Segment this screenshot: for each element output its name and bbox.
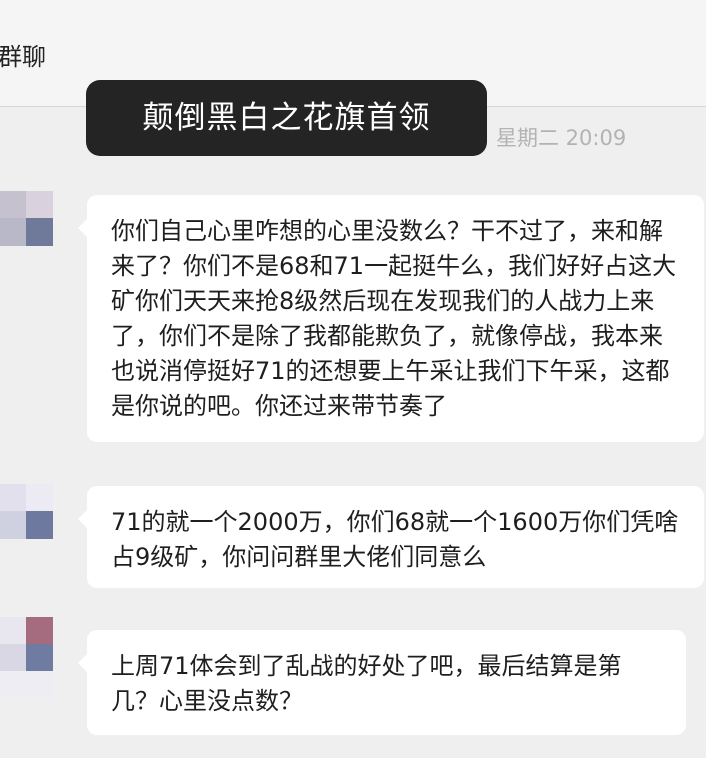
message-bubble[interactable]: 71的就一个2000万，你们68就一个1600万你们凭啥占9级矿，你问问群里大佬… (78, 486, 704, 588)
message-text: 上周71体会到了乱战的好处了吧，最后结算是第几？心里没点数？ (111, 652, 622, 715)
chat-title: 群聊 (0, 43, 46, 71)
sender-avatar[interactable] (0, 617, 53, 697)
message-timestamp: 星期二 20:09 (496, 126, 627, 150)
sender-avatar[interactable] (0, 191, 53, 246)
message-bubble[interactable]: 你们自己心里咋想的心里没数么？干不过了，来和解来了？你们不是68和71一起挺牛么… (78, 195, 704, 442)
message-bubble[interactable]: 上周71体会到了乱战的好处了吧，最后结算是第几？心里没点数？ (78, 630, 686, 735)
message-text: 你们自己心里咋想的心里没数么？干不过了，来和解来了？你们不是68和71一起挺牛么… (111, 217, 677, 420)
sender-name-tooltip: 颠倒黑白之花旗首领 (86, 80, 487, 156)
sender-avatar[interactable] (0, 484, 53, 539)
message-text: 71的就一个2000万，你们68就一个1600万你们凭啥占9级矿，你问问群里大佬… (111, 508, 679, 571)
